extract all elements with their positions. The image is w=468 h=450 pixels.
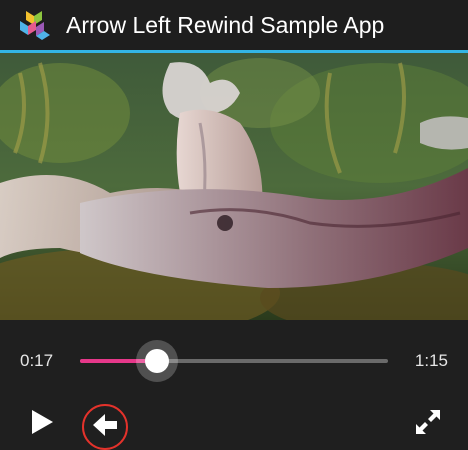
rewind-button[interactable] [82,404,128,450]
seek-thumb[interactable] [145,349,169,373]
app-logo-icon [16,7,54,45]
video-frame[interactable] [0,53,468,320]
play-icon [29,408,55,441]
action-bar: Arrow Left Rewind Sample App [0,0,468,50]
play-button[interactable] [24,406,60,442]
current-time: 0:17 [20,351,54,370]
arrow-left-icon [91,412,119,443]
player-controls: 0:17 1:15 [0,320,468,450]
fullscreen-icon [414,408,442,441]
app-title: Arrow Left Rewind Sample App [66,12,385,38]
seek-bar[interactable] [80,340,388,382]
total-time: 1:15 [414,351,448,370]
fullscreen-button[interactable] [410,406,446,442]
